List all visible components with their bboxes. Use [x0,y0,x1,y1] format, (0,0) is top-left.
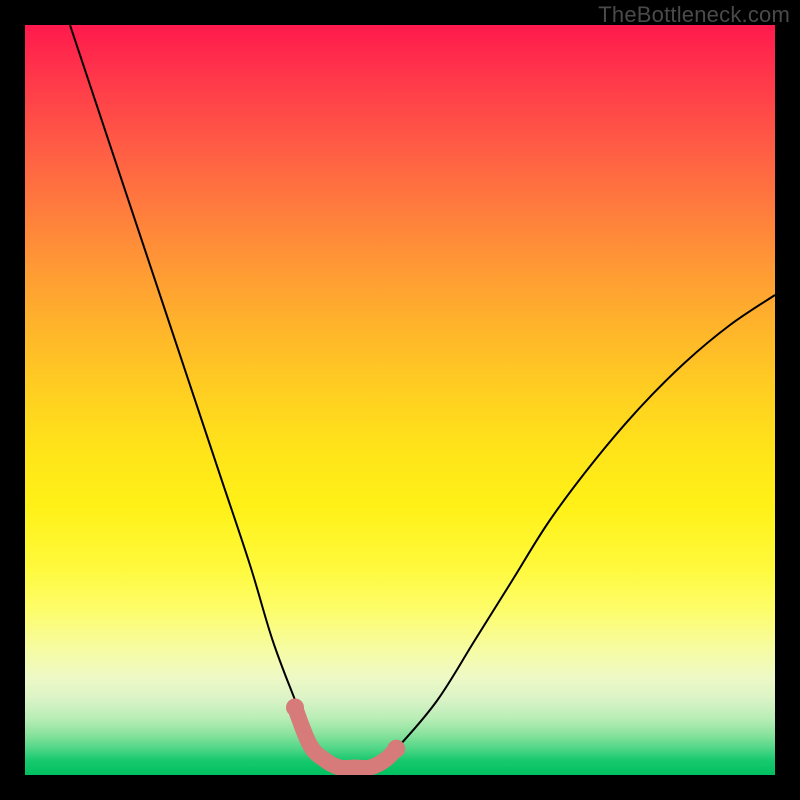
chart-frame: TheBottleneck.com [0,0,800,800]
highlight-pink [295,708,396,769]
watermark-text: TheBottleneck.com [598,2,790,28]
bottleneck-curve [70,25,775,768]
chart-svg [25,25,775,775]
plot-area [25,25,775,775]
highlight-dot [286,699,304,717]
highlight-dot [387,740,405,758]
